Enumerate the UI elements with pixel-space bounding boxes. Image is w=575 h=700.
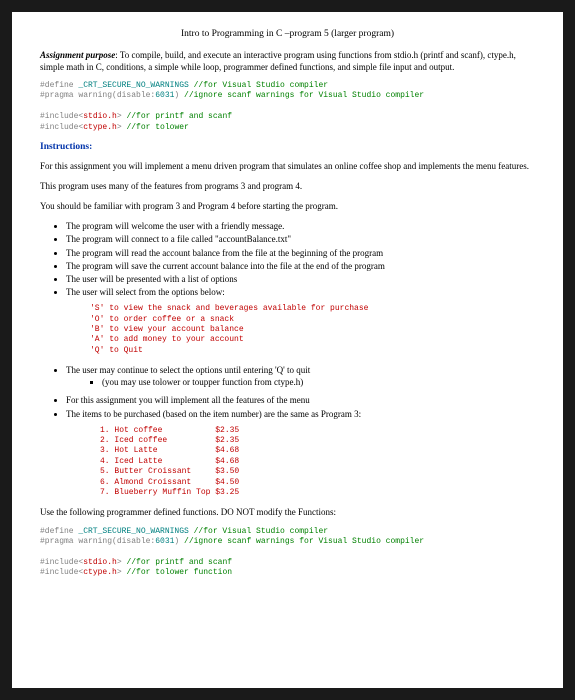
list-item: The program will welcome the user with a… bbox=[66, 220, 535, 232]
list-item: The user will be presented with a list o… bbox=[66, 273, 535, 285]
list-item: The user may continue to select the opti… bbox=[66, 364, 535, 388]
list-item: The program will read the account balanc… bbox=[66, 247, 535, 259]
items-code: 1. Hot coffee $2.35 2. Iced coffee $2.35… bbox=[100, 426, 535, 499]
bullet-list-1: The program will welcome the user with a… bbox=[66, 220, 535, 298]
purpose-label: Assignment purpose bbox=[40, 50, 115, 60]
document-page: Intro to Programming in C –program 5 (la… bbox=[12, 12, 563, 688]
paragraph-4: Use the following programmer defined fun… bbox=[40, 506, 535, 518]
list-item: For this assignment you will implement a… bbox=[66, 394, 535, 406]
page-title: Intro to Programming in C –program 5 (la… bbox=[40, 28, 535, 41]
paragraph-2: This program uses many of the features f… bbox=[40, 180, 535, 192]
instructions-heading: Instructions: bbox=[40, 141, 535, 154]
sub-list: (you may use tolower or toupper function… bbox=[102, 376, 535, 388]
code-block-1: #define _CRT_SECURE_NO_WARNINGS //for Vi… bbox=[40, 81, 535, 133]
list-item: The user will select from the options be… bbox=[66, 286, 535, 298]
list-item: (you may use tolower or toupper function… bbox=[102, 376, 535, 388]
paragraph-3: You should be familiar with program 3 an… bbox=[40, 200, 535, 212]
assignment-purpose: Assignment purpose: To compile, build, a… bbox=[40, 49, 535, 73]
list-item: The program will save the current accoun… bbox=[66, 260, 535, 272]
list-item: The program will connect to a file calle… bbox=[66, 233, 535, 245]
code-block-2: #define _CRT_SECURE_NO_WARNINGS //for Vi… bbox=[40, 527, 535, 579]
menu-options-code: 'S' to view the snack and beverages avai… bbox=[90, 304, 535, 356]
paragraph-1: For this assignment you will implement a… bbox=[40, 160, 535, 172]
list-item: The items to be purchased (based on the … bbox=[66, 408, 535, 420]
bullet-list-2: The user may continue to select the opti… bbox=[66, 364, 535, 420]
